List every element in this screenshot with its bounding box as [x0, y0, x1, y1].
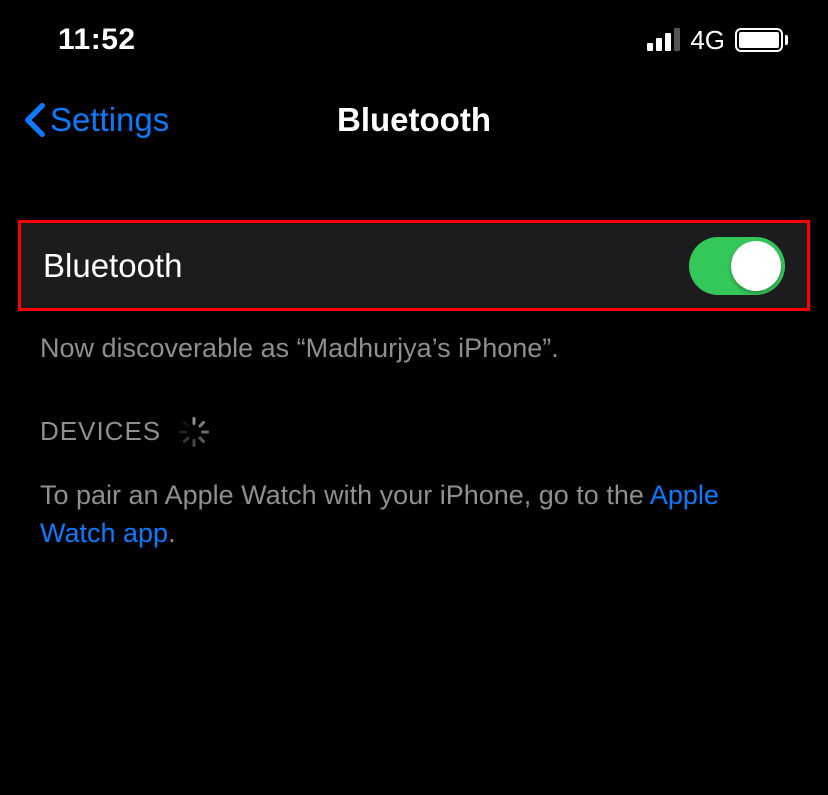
devices-label: DEVICES — [40, 416, 161, 447]
discoverable-text: Now discoverable as “Madhurjya’s iPhone”… — [0, 311, 828, 386]
cellular-signal-icon — [647, 29, 680, 51]
status-bar: 11:52 4G — [0, 0, 828, 80]
back-button[interactable]: Settings — [24, 101, 169, 139]
devices-section-header: DEVICES — [0, 386, 828, 457]
bluetooth-switch[interactable] — [689, 237, 785, 295]
loading-spinner-icon — [179, 417, 209, 447]
chevron-left-icon — [24, 102, 46, 138]
battery-icon — [735, 28, 788, 52]
status-right: 4G — [647, 25, 788, 56]
content-area: Bluetooth Now discoverable as “Madhurjya… — [0, 160, 828, 573]
pair-hint-text: To pair an Apple Watch with your iPhone,… — [0, 457, 828, 573]
status-time: 11:52 — [58, 23, 136, 57]
page-title: Bluetooth — [337, 101, 491, 139]
bluetooth-toggle-row[interactable]: Bluetooth — [21, 223, 807, 308]
bluetooth-toggle-label: Bluetooth — [43, 247, 182, 285]
pair-hint-suffix: . — [168, 518, 176, 548]
bluetooth-row-highlight: Bluetooth — [18, 220, 810, 311]
navigation-header: Settings Bluetooth — [0, 80, 828, 160]
back-label: Settings — [50, 101, 169, 139]
network-type-label: 4G — [690, 25, 725, 56]
switch-knob — [731, 241, 781, 291]
pair-hint-prefix: To pair an Apple Watch with your iPhone,… — [40, 480, 650, 510]
